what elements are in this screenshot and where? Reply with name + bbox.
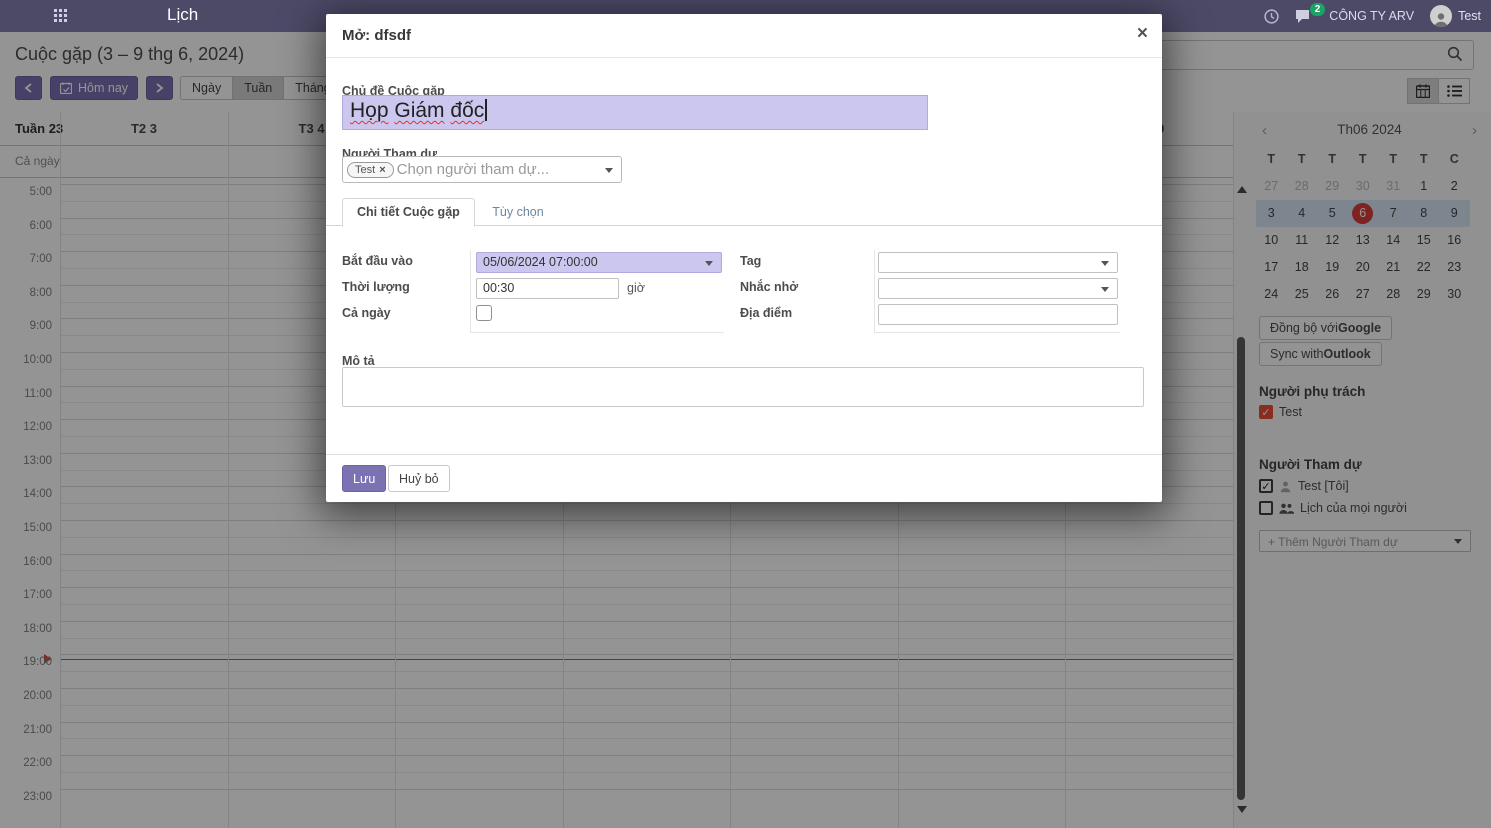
tag-select[interactable] (878, 252, 1118, 273)
description-label: Mô tả (342, 354, 375, 368)
subject-input[interactable]: Họp Giám đốc (342, 95, 928, 130)
attendee-tag-label: Test (355, 164, 375, 176)
form-group-divider (470, 250, 471, 332)
modal-tabs: Chi tiết Cuộc gặp Tùy chọn (326, 197, 1162, 226)
duration-value: 00:30 (483, 281, 514, 295)
modal-footer: Lưu Huỷ bỏ (326, 454, 1162, 502)
subject-word: Họp (350, 99, 389, 122)
activities-icon[interactable] (1264, 9, 1279, 24)
user-name: Test (1458, 9, 1481, 23)
allday-label: Cả ngày (342, 306, 391, 320)
location-label: Địa điểm (740, 306, 792, 320)
chevron-down-icon (605, 168, 613, 173)
start-datetime-input[interactable]: 05/06/2024 07:00:00 (476, 252, 722, 273)
location-input[interactable] (878, 304, 1118, 325)
messages-icon[interactable]: 2 (1295, 9, 1313, 24)
company-menu[interactable]: CÔNG TY ARV (1329, 9, 1414, 23)
tab-details[interactable]: Chi tiết Cuộc gặp (342, 198, 475, 227)
attendee-tag: Test × (347, 162, 394, 178)
description-textarea[interactable] (342, 367, 1144, 407)
user-menu[interactable]: Test (1430, 5, 1481, 27)
clock-icon (1264, 9, 1279, 24)
tab-options[interactable]: Tùy chọn (478, 199, 557, 226)
subject-word: đốc (450, 99, 484, 122)
text-cursor (485, 99, 487, 121)
duration-input[interactable]: 00:30 (476, 278, 619, 299)
start-datetime-value: 05/06/2024 07:00:00 (483, 255, 598, 269)
attendees-placeholder: Chọn người tham dự... (397, 161, 550, 178)
close-icon[interactable]: × (1137, 23, 1148, 45)
event-edit-modal: Mở: dfsdf × Chủ đề Cuộc gặp Họp Giám đốc… (326, 14, 1162, 502)
attendees-select[interactable]: Test × Chọn người tham dự... (342, 156, 622, 183)
reminder-select[interactable] (878, 278, 1118, 299)
chevron-down-icon (705, 261, 713, 266)
modal-title: Mở: dfsdf (342, 27, 411, 44)
chevron-down-icon (1101, 287, 1109, 292)
subject-word: Giám (394, 99, 444, 122)
modal-header: Mở: dfsdf × (326, 14, 1162, 58)
allday-checkbox[interactable] (476, 305, 492, 321)
cancel-button[interactable]: Huỷ bỏ (388, 465, 450, 492)
form-group-divider (470, 332, 724, 333)
avatar (1430, 5, 1452, 27)
save-button[interactable]: Lưu (342, 465, 386, 492)
messages-count-badge: 2 (1310, 3, 1326, 16)
chevron-down-icon (1101, 261, 1109, 266)
reminder-label: Nhắc nhở (740, 280, 798, 294)
duration-label: Thời lượng (342, 280, 410, 294)
form-group-divider (874, 332, 1120, 333)
app-window: Lịch 2 CÔNG TY ARV (0, 0, 1491, 828)
person-icon (1433, 11, 1449, 27)
form-group-divider (874, 250, 875, 332)
app-title[interactable]: Lịch (167, 5, 198, 25)
start-label: Bắt đầu vào (342, 254, 413, 268)
duration-unit: giờ (627, 281, 645, 295)
grid-icon (54, 9, 67, 22)
tag-label: Tag (740, 254, 761, 268)
apps-menu-icon[interactable] (54, 9, 67, 22)
remove-tag-icon[interactable]: × (379, 164, 385, 176)
